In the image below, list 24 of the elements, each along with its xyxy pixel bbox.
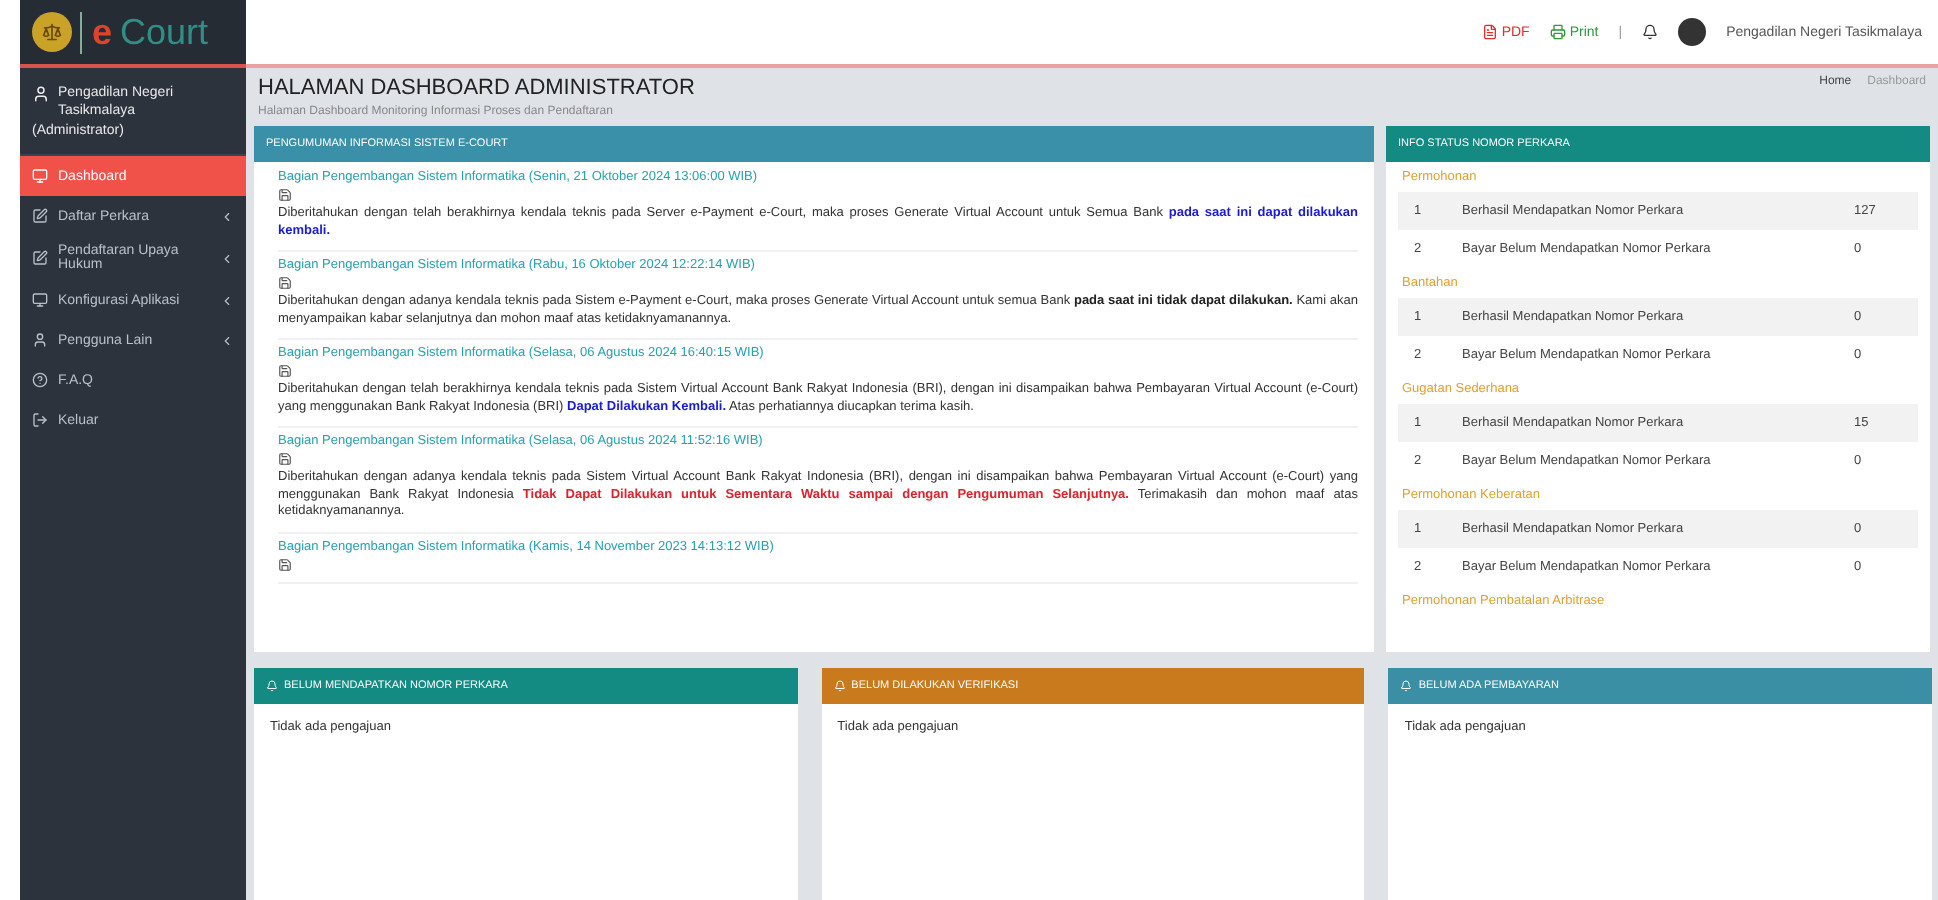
monitor-icon bbox=[32, 168, 48, 184]
save-icon bbox=[278, 452, 292, 466]
seal-logo bbox=[32, 12, 72, 52]
document-icon bbox=[1481, 24, 1498, 40]
edit-icon bbox=[32, 250, 48, 266]
save-icon bbox=[278, 188, 292, 202]
monitor-icon bbox=[32, 292, 48, 308]
bell-icon bbox=[833, 680, 846, 692]
save-icon bbox=[278, 364, 292, 378]
user-icon bbox=[32, 84, 50, 104]
avatar bbox=[1678, 18, 1707, 46]
bell-icon bbox=[266, 680, 278, 692]
user-icon bbox=[32, 332, 48, 348]
bell-icon[interactable] bbox=[1642, 24, 1659, 40]
save-icon bbox=[278, 276, 292, 290]
help-icon bbox=[32, 372, 48, 388]
page-title: HALAMAN DASHBOARD ADMINISTRATOR bbox=[258, 76, 695, 100]
logout-icon bbox=[32, 412, 48, 428]
save-icon bbox=[278, 557, 292, 571]
edit-icon bbox=[32, 208, 48, 224]
logo-text: Court bbox=[120, 11, 209, 53]
printer-icon bbox=[1549, 24, 1566, 40]
logo-letter: e bbox=[80, 11, 113, 53]
bell-icon bbox=[1400, 680, 1413, 692]
